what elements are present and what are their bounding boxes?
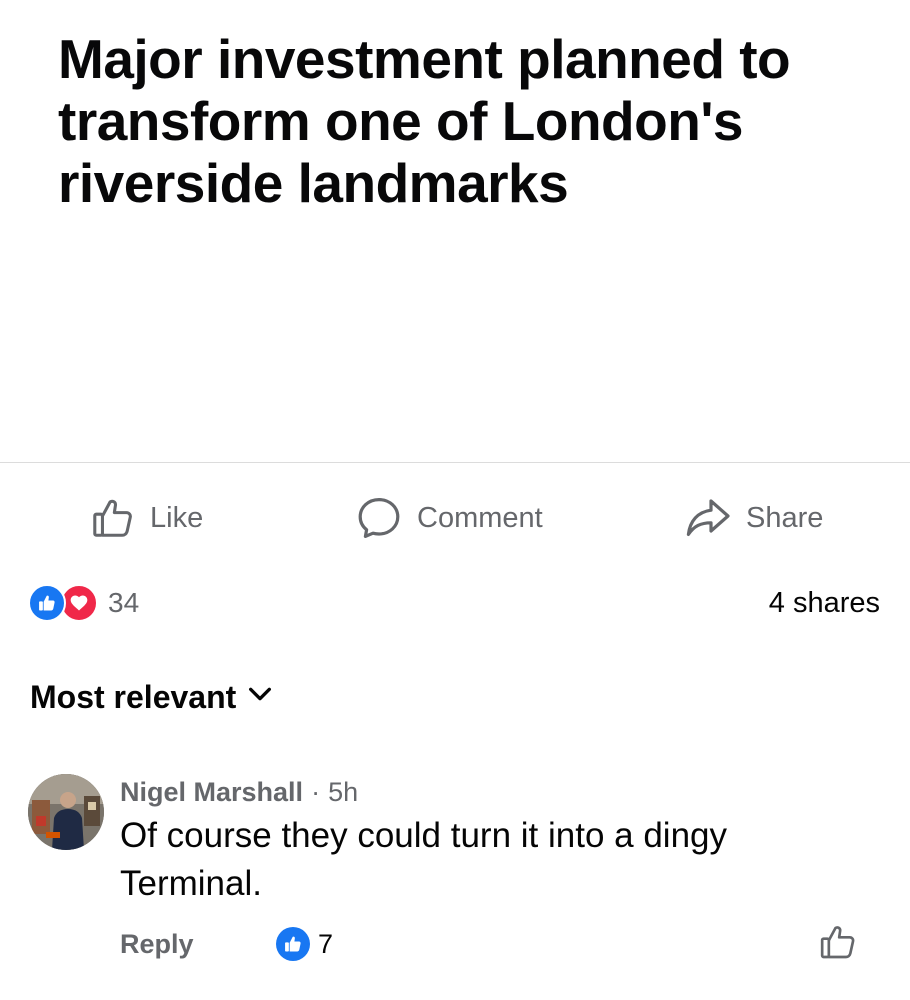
comment-sort-dropdown[interactable]: Most relevant — [30, 676, 274, 718]
comment-like-count: 7 — [318, 928, 334, 959]
share-arrow-icon — [684, 494, 732, 542]
comment-item: Nigel Marshall · 5h Of course they could… — [28, 772, 888, 992]
thumbs-up-icon — [276, 927, 310, 961]
share-button[interactable]: Share — [684, 488, 823, 548]
thumbs-up-icon — [90, 495, 136, 541]
reaction-summary[interactable]: 34 — [28, 583, 139, 623]
share-label: Share — [746, 501, 824, 534]
comment-button[interactable]: Comment — [355, 488, 543, 548]
comment-footer: Reply 7 — [120, 922, 860, 966]
comment-header: Nigel Marshall · 5h — [120, 774, 358, 810]
sort-label: Most relevant — [30, 678, 237, 715]
like-button[interactable]: Like — [90, 488, 203, 548]
comment-bubble-icon — [355, 494, 403, 542]
avatar[interactable] — [28, 774, 104, 850]
thumbs-up-icon — [818, 922, 858, 967]
like-label: Like — [150, 501, 204, 534]
post-action-bar: Like Comment Share — [0, 488, 910, 548]
chevron-down-icon — [246, 679, 274, 716]
like-reaction-icon — [28, 584, 66, 622]
divider — [0, 462, 910, 463]
comment-label: Comment — [417, 501, 543, 534]
comment-author-name[interactable]: Nigel Marshall — [120, 774, 303, 810]
comment-reaction-summary[interactable]: 7 — [276, 926, 333, 962]
reply-button[interactable]: Reply — [120, 922, 194, 966]
shares-count[interactable]: 4 shares — [769, 583, 880, 623]
meta-separator: · — [311, 777, 321, 807]
comment-timestamp[interactable]: 5h — [328, 774, 358, 810]
comment-like-button[interactable] — [816, 922, 860, 966]
comment-text: Of course they could turn it into a ding… — [120, 816, 727, 903]
post-headline[interactable]: Major investment planned to transform on… — [58, 28, 818, 214]
reaction-count: 34 — [108, 587, 140, 618]
